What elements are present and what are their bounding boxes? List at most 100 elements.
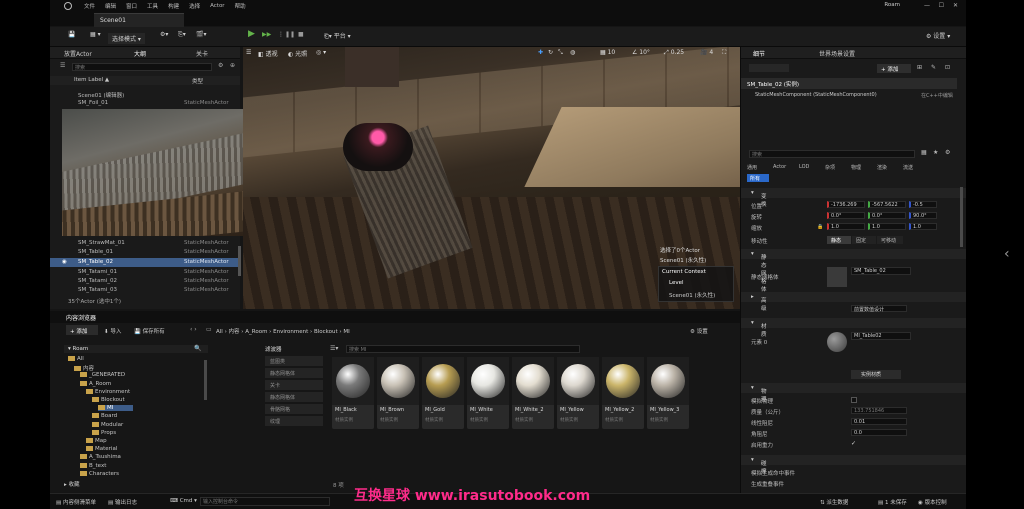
level-value[interactable]: Scene01 (永久性): [669, 291, 715, 299]
tree-scrollbar[interactable]: [204, 360, 207, 400]
actor-name-field[interactable]: [749, 64, 789, 72]
content-drawer-button[interactable]: ▤ 内容侧滑菜单: [56, 498, 96, 506]
tab-levels[interactable]: 关卡: [196, 49, 208, 58]
asset-tile[interactable]: MI_Brown 材质实例: [377, 357, 419, 429]
simulate-physics-checkbox[interactable]: [851, 397, 857, 403]
menu-tools[interactable]: 工具: [147, 2, 158, 10]
filter-tab-all[interactable]: 所有: [747, 174, 769, 182]
breadcrumb-item[interactable]: Blockout: [314, 329, 338, 335]
section-transform[interactable]: ▾ 变换: [741, 188, 966, 208]
translate-tool-icon[interactable]: ✚: [538, 49, 543, 56]
asset-tile[interactable]: MI_White 材质实例: [467, 357, 509, 429]
folder-tree-item[interactable]: A_Room: [80, 380, 111, 387]
cb-back-icon[interactable]: ‹ ›: [190, 326, 197, 333]
derived-data-button[interactable]: ⇅ 派生数据: [820, 498, 848, 506]
location-x[interactable]: -1736.269: [827, 201, 865, 208]
menu-help[interactable]: 帮助: [235, 2, 246, 10]
scale-lock-icon[interactable]: 🔒: [817, 224, 823, 230]
maximize-icon[interactable]: ☐: [939, 2, 944, 9]
cb-add-button[interactable]: + 添加: [66, 325, 98, 335]
cb-save-all-button[interactable]: 💾 保存所有: [134, 327, 165, 335]
lod-dropdown[interactable]: 前置数值设计: [851, 305, 907, 313]
col-item-label[interactable]: Item Label ▲: [74, 77, 109, 83]
outliner-row[interactable]: SM_Tatami_01 StaticMeshActor: [50, 268, 240, 277]
breadcrumb-item[interactable]: Environment: [273, 329, 308, 335]
filter-item[interactable]: 关卡: [265, 380, 323, 390]
menu-build[interactable]: 构建: [168, 2, 179, 10]
section-materials[interactable]: ▾ 材质: [741, 318, 966, 338]
folder-tree-item[interactable]: Board: [92, 413, 117, 419]
mass-field[interactable]: 133.751846: [851, 407, 907, 414]
rotation-y[interactable]: 0.0°: [868, 212, 906, 219]
filter-tab[interactable]: LOD: [799, 164, 809, 170]
folder-tree-item[interactable]: Props: [92, 429, 116, 436]
grid-snap-button[interactable]: ▦ 10: [600, 49, 615, 56]
asset-tile[interactable]: MI_Yellow_2 材质实例: [602, 357, 644, 429]
details-scrollbar[interactable]: [960, 187, 963, 247]
content-icon[interactable]: ▦ ▾: [90, 31, 101, 38]
element0-thumbnail[interactable]: [827, 332, 847, 352]
outliner-row[interactable]: SM_Tatami_02 StaticMeshActor: [50, 277, 240, 286]
breadcrumb-item[interactable]: All: [216, 329, 223, 335]
outliner-row[interactable]: SM_StrawMat_01 StaticMeshActor: [50, 239, 240, 248]
filter-tab[interactable]: 通用: [747, 164, 757, 171]
outliner-add-icon[interactable]: ⊕: [230, 62, 235, 69]
asset-tile[interactable]: MI_Yellow 材质实例: [557, 357, 599, 429]
folder-tree-item[interactable]: Material: [86, 446, 117, 452]
outliner-scrollbar[interactable]: [238, 246, 241, 276]
revision-control-button[interactable]: ◉ 版本控制: [918, 498, 947, 506]
linear-damping-field[interactable]: 0.01: [851, 418, 907, 425]
filter-tab[interactable]: 杂项: [825, 164, 835, 171]
outliner-row[interactable]: SM_Tatami_03 StaticMeshActor: [50, 286, 240, 295]
maximize-viewport-icon[interactable]: ⛶: [722, 49, 726, 57]
menu-window[interactable]: 窗口: [126, 2, 137, 10]
folder-tree-item[interactable]: 内容: [74, 364, 94, 372]
component-root-row[interactable]: SM_Table_02 (实例): [741, 78, 957, 89]
cinematics-icon[interactable]: 🎬▾: [196, 31, 206, 38]
mode-dropdown[interactable]: 选择模式 ▾: [108, 33, 145, 44]
location-z[interactable]: -0.5: [909, 201, 937, 208]
rotate-tool-icon[interactable]: ↻: [548, 49, 553, 56]
outliner-row[interactable]: SM_Foil_01 StaticMeshActor: [50, 99, 240, 108]
blueprint-icon[interactable]: ⎘▾: [178, 31, 186, 39]
add-actor-icon[interactable]: ⚙▾: [160, 31, 168, 38]
enable-gravity-checkbox[interactable]: ✓: [851, 440, 856, 447]
outliner-row-selected[interactable]: ◉ SM_Table_02 StaticMeshActor: [50, 258, 240, 267]
section-physics[interactable]: ▾ 物理: [741, 383, 966, 403]
cb-search-input[interactable]: 搜索 MI: [346, 345, 580, 353]
tab-world-settings[interactable]: 世界场景设置: [819, 49, 855, 58]
output-log-button[interactable]: ▤ 输出日志: [108, 498, 137, 506]
stop-icon[interactable]: ■: [298, 31, 304, 38]
lit-button[interactable]: ◐ 光照: [288, 49, 307, 58]
filter-item[interactable]: 纹理: [265, 416, 323, 426]
section-static-mesh[interactable]: ▾ 静态网格体: [741, 249, 966, 293]
element0-dropdown[interactable]: MI_Table02: [851, 332, 911, 340]
cb-import-button[interactable]: ⬇ 导入: [104, 327, 121, 335]
menu-select[interactable]: 选择: [189, 2, 200, 10]
menu-file[interactable]: 文件: [84, 2, 95, 10]
folder-tree-item[interactable]: Modular: [92, 421, 123, 428]
folder-tree-item[interactable]: A_Tsushima: [80, 454, 121, 460]
filter-item[interactable]: 蓝图类: [265, 356, 323, 366]
location-y[interactable]: -567.5622: [868, 201, 906, 208]
cb-folder-icon[interactable]: ▭: [206, 326, 212, 333]
folder-tree-item[interactable]: B_text: [80, 462, 106, 469]
section-advanced[interactable]: ▸ 高级: [741, 292, 966, 312]
asset-tile[interactable]: MI_Black 材质实例: [332, 357, 374, 429]
col-type[interactable]: 类型: [192, 77, 203, 85]
collections-row[interactable]: ▸ 收藏: [64, 480, 80, 488]
folder-tree-item[interactable]: MI: [98, 405, 134, 412]
mobility-stationary[interactable]: 固定: [852, 236, 876, 244]
favorite-star-icon[interactable]: ★: [933, 149, 938, 156]
tab-content-browser[interactable]: 内容浏览器: [66, 313, 96, 322]
details-search-input[interactable]: 搜索: [749, 150, 915, 158]
breadcrumb-item[interactable]: MI: [343, 329, 349, 335]
filter-icon[interactable]: ☰: [60, 62, 68, 70]
cb-settings-button[interactable]: ⚙ 设置: [690, 327, 708, 335]
rotation-z[interactable]: 90.0°: [909, 212, 937, 219]
tab-scene01[interactable]: Scene01: [94, 13, 184, 27]
outliner-row[interactable]: Scene01 (编辑器): [50, 90, 240, 99]
outliner-search-input[interactable]: 搜索: [72, 63, 212, 71]
platforms-dropdown[interactable]: ⎗▾ 平台 ▾: [324, 31, 351, 41]
console-input[interactable]: 输入控制台命令: [200, 497, 330, 506]
